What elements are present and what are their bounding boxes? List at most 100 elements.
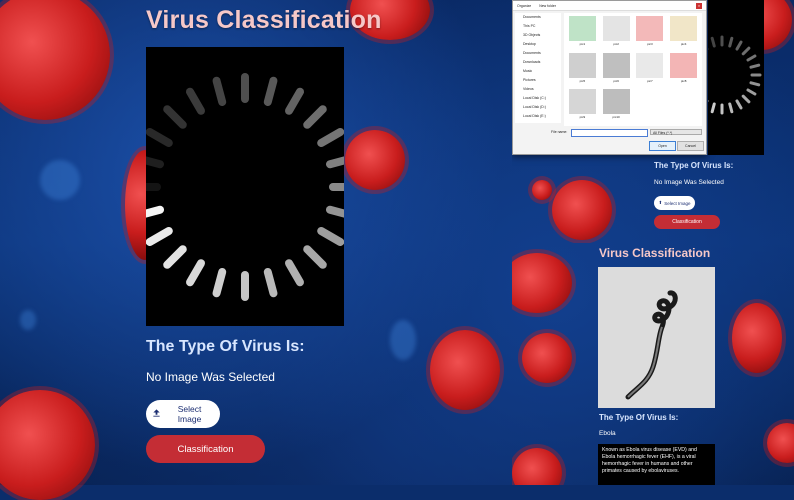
- bokeh-decoration: [20, 310, 36, 330]
- sidebar-item[interactable]: Documents: [515, 13, 561, 22]
- open-button[interactable]: Open: [649, 141, 676, 151]
- file-thumbnail[interactable]: pic6: [601, 52, 632, 87]
- spinner-segment: [326, 156, 344, 169]
- thumbnail-caption: pic4: [680, 42, 687, 46]
- close-icon[interactable]: ×: [696, 2, 702, 9]
- classification-result: No Image Was Selected: [654, 179, 724, 186]
- file-open-dialog: Organize New folder × Documents This PC 3D…: [512, 0, 707, 155]
- classification-button[interactable]: Classification: [654, 215, 720, 229]
- file-thumbnail[interactable]: pic5: [567, 52, 598, 87]
- thumbnail-caption: pic1: [579, 42, 586, 46]
- file-name-label: File name:: [551, 130, 568, 134]
- sidebar-item[interactable]: Local Disk (D:): [515, 103, 561, 112]
- sidebar-item[interactable]: Local Disk (C:): [515, 94, 561, 103]
- spinner-segment: [163, 245, 187, 269]
- image-preview: [146, 47, 344, 326]
- spinner-segment: [317, 227, 344, 246]
- file-thumbnail[interactable]: pic3: [635, 16, 666, 50]
- spinner-segment: [710, 36, 716, 48]
- classification-button[interactable]: Classification: [146, 435, 265, 463]
- select-image-label: Select Image: [664, 200, 691, 206]
- spinner-segment: [746, 54, 757, 62]
- file-type-select[interactable]: All Files (*.*): [650, 129, 702, 135]
- spinner-segment: [710, 102, 716, 114]
- sidebar-item[interactable]: Documents: [515, 49, 561, 58]
- file-thumbnail[interactable]: pic10: [601, 89, 632, 123]
- sidebar-item[interactable]: Local Disk (E:): [515, 112, 561, 121]
- spinner-segment: [303, 245, 327, 269]
- thumbnail-image: [568, 89, 596, 115]
- thumbnail-caption: pic5: [579, 78, 586, 83]
- spinner-segment: [263, 76, 278, 106]
- spinner-segment: [728, 102, 734, 114]
- virus-decoration: [732, 303, 782, 373]
- bokeh-decoration: [390, 320, 416, 360]
- file-thumbnail[interactable]: pic8: [668, 52, 699, 87]
- loading-spinner-icon: [146, 73, 344, 301]
- file-dialog-screenshot-panel: The Type Of Virus Is: No Image Was Selec…: [512, 0, 794, 243]
- sidebar-item[interactable]: Desktop: [515, 40, 561, 49]
- file-grid: pic1 pic2 pic3 pic4 pic5 pic6 pic7 pic8 pic9 pic1…: [564, 13, 702, 126]
- sidebar-item[interactable]: Pictures: [515, 76, 561, 85]
- file-thumbnail[interactable]: pic2: [601, 16, 632, 50]
- thumbnail-image: [602, 52, 630, 78]
- spinner-segment: [186, 259, 205, 287]
- classification-result: Ebola: [599, 430, 616, 437]
- virus-decoration: [512, 448, 562, 485]
- virus-decoration: [430, 330, 500, 410]
- classification-result: No Image Was Selected: [146, 370, 275, 384]
- thumbnail-image: [636, 16, 664, 41]
- virus-type-label: The Type Of Virus Is:: [654, 161, 734, 170]
- image-preview-small: [682, 0, 764, 155]
- thumbnail-image: [602, 89, 630, 115]
- file-name-input[interactable]: [571, 129, 648, 137]
- thumbnail-caption: pic7: [647, 78, 653, 83]
- spinner-segment: [163, 105, 187, 129]
- dialog-sidebar: Documents This PC 3D Objects Desktop Documen…: [515, 13, 561, 123]
- cancel-button[interactable]: Cancel: [677, 141, 704, 151]
- sidebar-item[interactable]: 3D Objects: [515, 31, 561, 40]
- file-thumbnail[interactable]: pic9: [567, 89, 598, 123]
- result-screenshot-panel: Virus Classification The Type Of Virus I…: [512, 243, 794, 485]
- thumbnail-image: [602, 16, 630, 41]
- upload-icon: [152, 408, 161, 420]
- file-thumbnail[interactable]: pic1: [567, 16, 598, 50]
- thumbnail-image: [636, 52, 664, 78]
- thumbnail-caption: pic2: [613, 42, 619, 46]
- sidebar-item[interactable]: This PC: [515, 22, 561, 31]
- virus-type-label: The Type Of Virus Is:: [146, 338, 305, 355]
- thumbnail-caption: pic3: [647, 42, 653, 46]
- sidebar-item[interactable]: Downloads: [515, 58, 561, 67]
- dialog-toolbar: Organize New folder ×: [513, 1, 706, 11]
- file-thumbnail[interactable]: pic4: [668, 16, 699, 50]
- select-image-button[interactable]: Select Image: [146, 400, 220, 428]
- thumbnail-image: [568, 52, 596, 78]
- sidebar-item[interactable]: Videos: [515, 85, 561, 94]
- spinner-segment: [285, 259, 304, 287]
- spinner-segment: [735, 40, 743, 51]
- spinner-segment: [741, 46, 751, 56]
- virus-decoration: [552, 180, 612, 240]
- virus-description: Known as Ebola virus disease (EVD) and E…: [598, 444, 715, 485]
- ebola-virus-image: [598, 267, 715, 408]
- file-thumbnail[interactable]: pic7: [635, 52, 666, 87]
- thumbnail-caption: pic10: [612, 115, 620, 120]
- upload-icon: ⬆: [658, 200, 663, 205]
- spinner-segment: [212, 76, 227, 106]
- select-image-button[interactable]: ⬆ Select Image: [654, 196, 695, 210]
- thumbnail-image: [670, 16, 698, 41]
- organize-menu[interactable]: Organize: [517, 4, 531, 8]
- virus-decoration: [522, 333, 572, 383]
- loading-spinner-icon: [682, 35, 762, 115]
- sidebar-item[interactable]: Music: [515, 67, 561, 76]
- select-image-label: Select Image: [177, 404, 202, 424]
- spinner-segment: [735, 99, 743, 110]
- spinner-segment: [749, 81, 761, 87]
- page-title: Virus Classification: [146, 6, 382, 34]
- new-folder-button[interactable]: New folder: [539, 4, 556, 8]
- spinner-segment: [186, 87, 205, 115]
- spinner-segment: [146, 205, 164, 218]
- spinner-segment: [303, 105, 327, 129]
- virus-decoration: [512, 253, 572, 313]
- thumbnail-image: [568, 16, 596, 41]
